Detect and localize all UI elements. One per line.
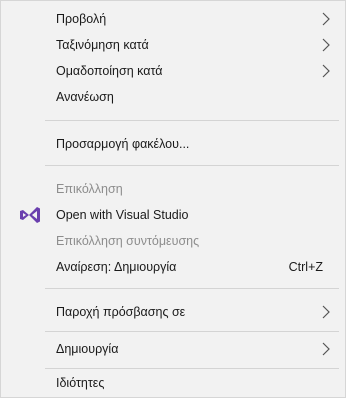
menu-item-label: Δημιουργία (56, 342, 119, 356)
keyboard-shortcut: Ctrl+Z (288, 260, 323, 274)
menu-item-label: Επικόλληση (56, 182, 123, 196)
chevron-right-icon (322, 12, 330, 26)
menu-item-customize-folder[interactable]: Προσαρμογή φακέλου... (1, 131, 345, 157)
menu-item-give-access-to[interactable]: Παροχή πρόσβασης σε (1, 299, 345, 325)
chevron-right-icon (322, 64, 330, 78)
menu-separator (45, 288, 339, 289)
menu-item-paste: Επικόλληση (1, 176, 345, 202)
menu-separator (45, 331, 339, 332)
menu-item-open-with-visual-studio[interactable]: Open with Visual Studio (1, 202, 345, 228)
menu-item-group-by[interactable]: Ομαδοποίηση κατά (1, 58, 345, 84)
menu-item-label: Επικόλληση συντόμευσης (56, 234, 200, 248)
chevron-right-icon (322, 305, 330, 319)
context-menu: Προβολή Ταξινόμηση κατά Ομαδοποίηση κατά… (0, 0, 346, 398)
menu-item-label: Ταξινόμηση κατά (56, 38, 149, 52)
menu-item-label: Open with Visual Studio (56, 208, 189, 222)
menu-item-sort-by[interactable]: Ταξινόμηση κατά (1, 32, 345, 58)
menu-item-label: Ιδιότητες (56, 376, 105, 390)
menu-separator (45, 165, 339, 166)
chevron-right-icon (322, 38, 330, 52)
menu-item-properties[interactable]: Ιδιότητες (1, 370, 345, 396)
menu-item-refresh[interactable]: Ανανέωση (1, 84, 345, 110)
menu-item-label: Προσαρμογή φακέλου... (56, 137, 190, 151)
menu-item-label: Ομαδοποίηση κατά (56, 64, 163, 78)
chevron-right-icon (322, 342, 330, 356)
menu-item-new[interactable]: Δημιουργία (1, 336, 345, 362)
menu-separator (45, 368, 339, 369)
menu-separator (45, 120, 339, 121)
menu-item-label: Ανανέωση (56, 90, 114, 104)
menu-item-label: Παροχή πρόσβασης σε (56, 305, 186, 319)
menu-item-label: Προβολή (56, 12, 107, 26)
menu-item-undo-create[interactable]: Αναίρεση: Δημιουργία Ctrl+Z (1, 254, 345, 280)
visual-studio-icon (20, 207, 40, 223)
menu-item-paste-shortcut: Επικόλληση συντόμευσης (1, 228, 345, 254)
menu-item-label: Αναίρεση: Δημιουργία (56, 260, 177, 274)
menu-item-view[interactable]: Προβολή (1, 6, 345, 32)
